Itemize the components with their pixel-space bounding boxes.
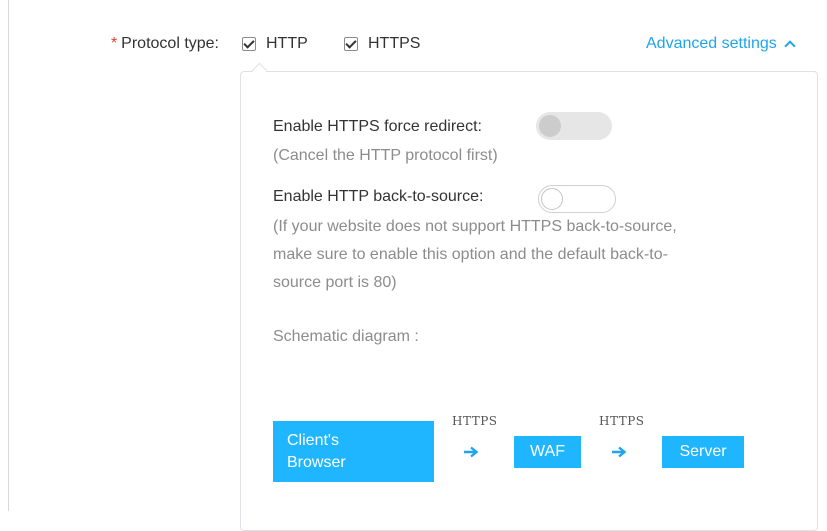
advanced-settings-text: Advanced settings bbox=[646, 35, 777, 52]
back-to-source-hint-line-3: source port is 80) bbox=[273, 274, 397, 291]
client-line-2: Browser bbox=[287, 453, 346, 471]
left-divider bbox=[8, 0, 9, 511]
checkbox-http-box[interactable] bbox=[242, 37, 256, 51]
arrow-right-icon bbox=[612, 446, 627, 458]
toggle-knob bbox=[539, 115, 561, 137]
checkbox-https-box[interactable] bbox=[344, 37, 358, 51]
client-line-1: Client's bbox=[287, 431, 339, 449]
protocol-type-label: * Protocol type: bbox=[111, 35, 219, 53]
required-mark: * bbox=[110, 35, 118, 52]
toggle-knob bbox=[541, 188, 563, 210]
back-to-source-hint-line-1: (If your website does not support HTTPS … bbox=[273, 218, 677, 235]
back-to-source-label: Enable HTTP back-to-source: bbox=[273, 188, 484, 205]
link-label-2: HTTPS bbox=[599, 414, 645, 428]
checkbox-https-label: HTTPS bbox=[368, 35, 421, 52]
diagram-waf: WAF bbox=[514, 436, 581, 468]
arrow-right-icon bbox=[464, 446, 479, 458]
diagram-server: Server bbox=[662, 436, 744, 468]
back-to-source-toggle[interactable] bbox=[538, 185, 616, 213]
protocol-type-row: * Protocol type: HTTP HTTPS Advanced sett… bbox=[0, 32, 827, 58]
force-redirect-toggle[interactable] bbox=[536, 112, 612, 140]
schematic-diagram-title: Schematic diagram : bbox=[273, 328, 419, 345]
checkmark-icon bbox=[345, 37, 357, 49]
diagram-client-browser: Client's Browser bbox=[273, 421, 434, 482]
checkbox-https[interactable]: HTTPS bbox=[344, 35, 420, 53]
chevron-up-icon bbox=[784, 40, 796, 52]
checkbox-http[interactable]: HTTP bbox=[242, 35, 308, 53]
protocol-type-text: Protocol type: bbox=[121, 35, 219, 52]
advanced-settings-link[interactable]: Advanced settings bbox=[646, 35, 796, 53]
force-redirect-hint: (Cancel the HTTP protocol first) bbox=[273, 147, 498, 164]
force-redirect-label: Enable HTTPS force redirect: bbox=[273, 118, 482, 135]
back-to-source-hint-line-2: make sure to enable this option and the … bbox=[273, 246, 668, 263]
link-label-1: HTTPS bbox=[452, 414, 498, 428]
checkmark-icon bbox=[243, 37, 255, 49]
checkbox-http-label: HTTP bbox=[266, 35, 308, 52]
